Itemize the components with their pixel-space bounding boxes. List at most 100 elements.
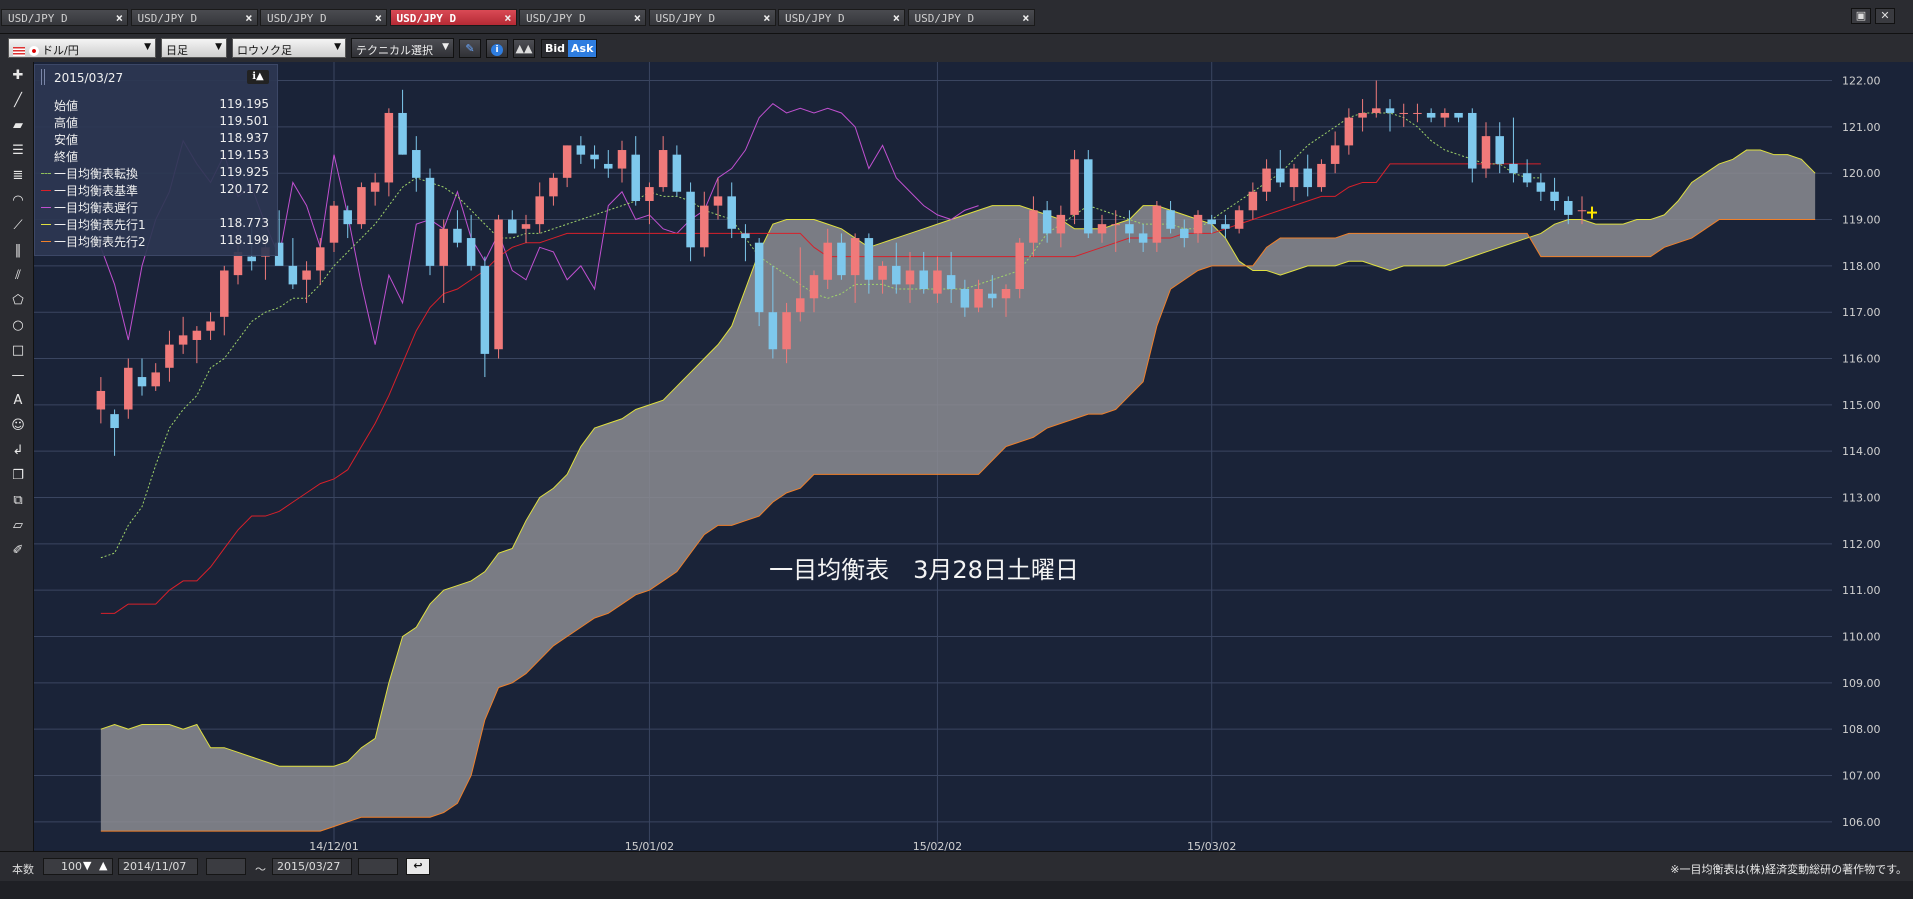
candle-body[interactable] [1564, 200, 1573, 215]
candle-body[interactable] [508, 219, 517, 234]
candle-body[interactable] [1138, 233, 1148, 243]
trendline-tool-icon[interactable]: ╱ [7, 91, 29, 111]
date-to-input[interactable]: 2015/03/27 [272, 858, 352, 875]
bid-button[interactable]: Bid [542, 40, 568, 57]
candle-body[interactable] [247, 256, 256, 262]
fan-tool-icon[interactable]: ⟋ [7, 216, 29, 236]
candle-body[interactable] [1344, 117, 1354, 146]
candle-body[interactable] [398, 112, 407, 155]
candle-body[interactable] [1495, 136, 1504, 164]
text-tool-icon[interactable]: A [7, 391, 29, 411]
tab-close-icon[interactable]: × [116, 11, 123, 25]
tab-1[interactable]: USD/JPY D × [1, 9, 128, 26]
copy-tool-icon[interactable]: ❐ [7, 466, 29, 486]
candle-body[interactable] [1399, 112, 1408, 114]
screenshot-button[interactable]: ▲▲ [513, 39, 535, 58]
ruler-tool-icon[interactable]: ▰ [7, 116, 29, 136]
draw-pen-button[interactable]: ✎ [459, 39, 481, 58]
candle-body[interactable] [837, 242, 846, 276]
candle-body[interactable] [933, 270, 942, 294]
candle-body[interactable] [96, 390, 106, 410]
ask-button[interactable]: Ask [568, 40, 597, 57]
time-from-input[interactable] [206, 858, 246, 875]
count-up-icon[interactable]: ▲ [99, 859, 107, 872]
candle-body[interactable] [137, 377, 147, 387]
candle-body[interactable] [1207, 219, 1216, 225]
info-collapse-button[interactable]: ℹ▲ [247, 70, 269, 84]
crosshair-tool-icon[interactable]: ✚ [7, 66, 29, 86]
candle-body[interactable] [1358, 112, 1367, 118]
candle-body[interactable] [412, 150, 421, 178]
period-select[interactable]: 日足 ▼ [161, 38, 227, 58]
candle-body[interactable] [754, 242, 764, 313]
candle-body[interactable] [288, 265, 298, 285]
candle-body[interactable] [631, 154, 640, 201]
circle-tool-icon[interactable]: ○ [7, 316, 29, 336]
candle-body[interactable] [1125, 224, 1134, 234]
candle-body[interactable] [1372, 108, 1381, 113]
candle-body[interactable] [617, 150, 627, 169]
candle-body[interactable] [590, 154, 599, 160]
candle-body[interactable] [1536, 182, 1546, 192]
tab-6[interactable]: USD/JPY D × [648, 9, 776, 26]
candle-body[interactable] [1111, 224, 1120, 226]
smiley-icon-tool-icon[interactable]: ☺ [7, 416, 29, 436]
layers-tool-icon[interactable]: ⧉ [7, 491, 29, 511]
candle-body[interactable] [658, 150, 668, 188]
candle-body[interactable] [357, 187, 366, 225]
candle-body[interactable] [1276, 168, 1285, 183]
candle-body[interactable] [645, 187, 654, 201]
tab-close-icon[interactable]: × [504, 11, 511, 25]
candle-body[interactable] [220, 270, 229, 317]
tab-close-icon[interactable]: × [375, 11, 382, 25]
candle-body[interactable] [535, 196, 544, 225]
candle-body[interactable] [1097, 224, 1107, 234]
candle-body[interactable] [713, 196, 723, 206]
candle-body[interactable] [1056, 214, 1066, 234]
candle-body[interactable] [1029, 210, 1038, 243]
candle-body[interactable] [124, 367, 133, 410]
candle-body[interactable] [1289, 168, 1299, 188]
candle-body[interactable] [1262, 168, 1271, 192]
tab-2[interactable]: USD/JPY D × [130, 9, 258, 26]
bid-ask-toggle[interactable]: Bid Ask [541, 39, 598, 58]
eraser-tool-icon[interactable]: ▱ [7, 516, 29, 536]
data-info-panel[interactable]: 2015/03/27 ℹ▲ 始値 119.195 高値 119.501 安値 118.93… [34, 64, 278, 256]
tab-4[interactable]: USD/JPY D × [389, 9, 517, 26]
candle-body[interactable] [206, 321, 215, 331]
candle-body[interactable] [1303, 168, 1312, 188]
candle-body[interactable] [1413, 112, 1422, 114]
candle-body[interactable] [384, 112, 394, 183]
channel-tool-icon[interactable]: ⫽ [7, 266, 29, 286]
candle-body[interactable] [480, 265, 490, 354]
candle-body[interactable] [864, 238, 874, 280]
tab-close-icon[interactable]: × [634, 11, 641, 25]
candle-body[interactable] [562, 145, 572, 178]
candle-body[interactable] [919, 270, 928, 290]
chart-style-select[interactable]: ロウソク足 ▼ [232, 38, 346, 58]
candle-body[interactable] [946, 275, 956, 290]
candle-body[interactable] [1522, 173, 1532, 183]
tab-3[interactable]: USD/JPY D × [260, 9, 387, 26]
time-to-input[interactable] [358, 858, 398, 875]
drag-handle[interactable] [41, 69, 45, 85]
candle-body[interactable] [905, 270, 915, 285]
candle-body[interactable] [453, 228, 462, 243]
tab-7[interactable]: USD/JPY D × [778, 9, 905, 26]
candle-body[interactable] [549, 177, 558, 197]
horizontal-line-tool-icon[interactable]: — [7, 366, 29, 386]
candle-body[interactable] [1317, 163, 1326, 188]
candle-body[interactable] [466, 238, 476, 266]
candle-body[interactable] [850, 238, 860, 276]
candle-body[interactable] [1015, 242, 1024, 290]
candle-body[interactable] [1166, 210, 1175, 229]
candle-body[interactable] [1070, 159, 1079, 215]
candle-body[interactable] [151, 372, 160, 387]
candle-body[interactable] [878, 265, 887, 280]
candle-body[interactable] [1454, 112, 1463, 118]
candle-body[interactable] [796, 298, 805, 313]
candle-body[interactable] [1509, 163, 1518, 174]
candle-body[interactable] [1577, 210, 1587, 212]
candle-body[interactable] [1440, 112, 1450, 118]
candle-body[interactable] [768, 312, 778, 350]
